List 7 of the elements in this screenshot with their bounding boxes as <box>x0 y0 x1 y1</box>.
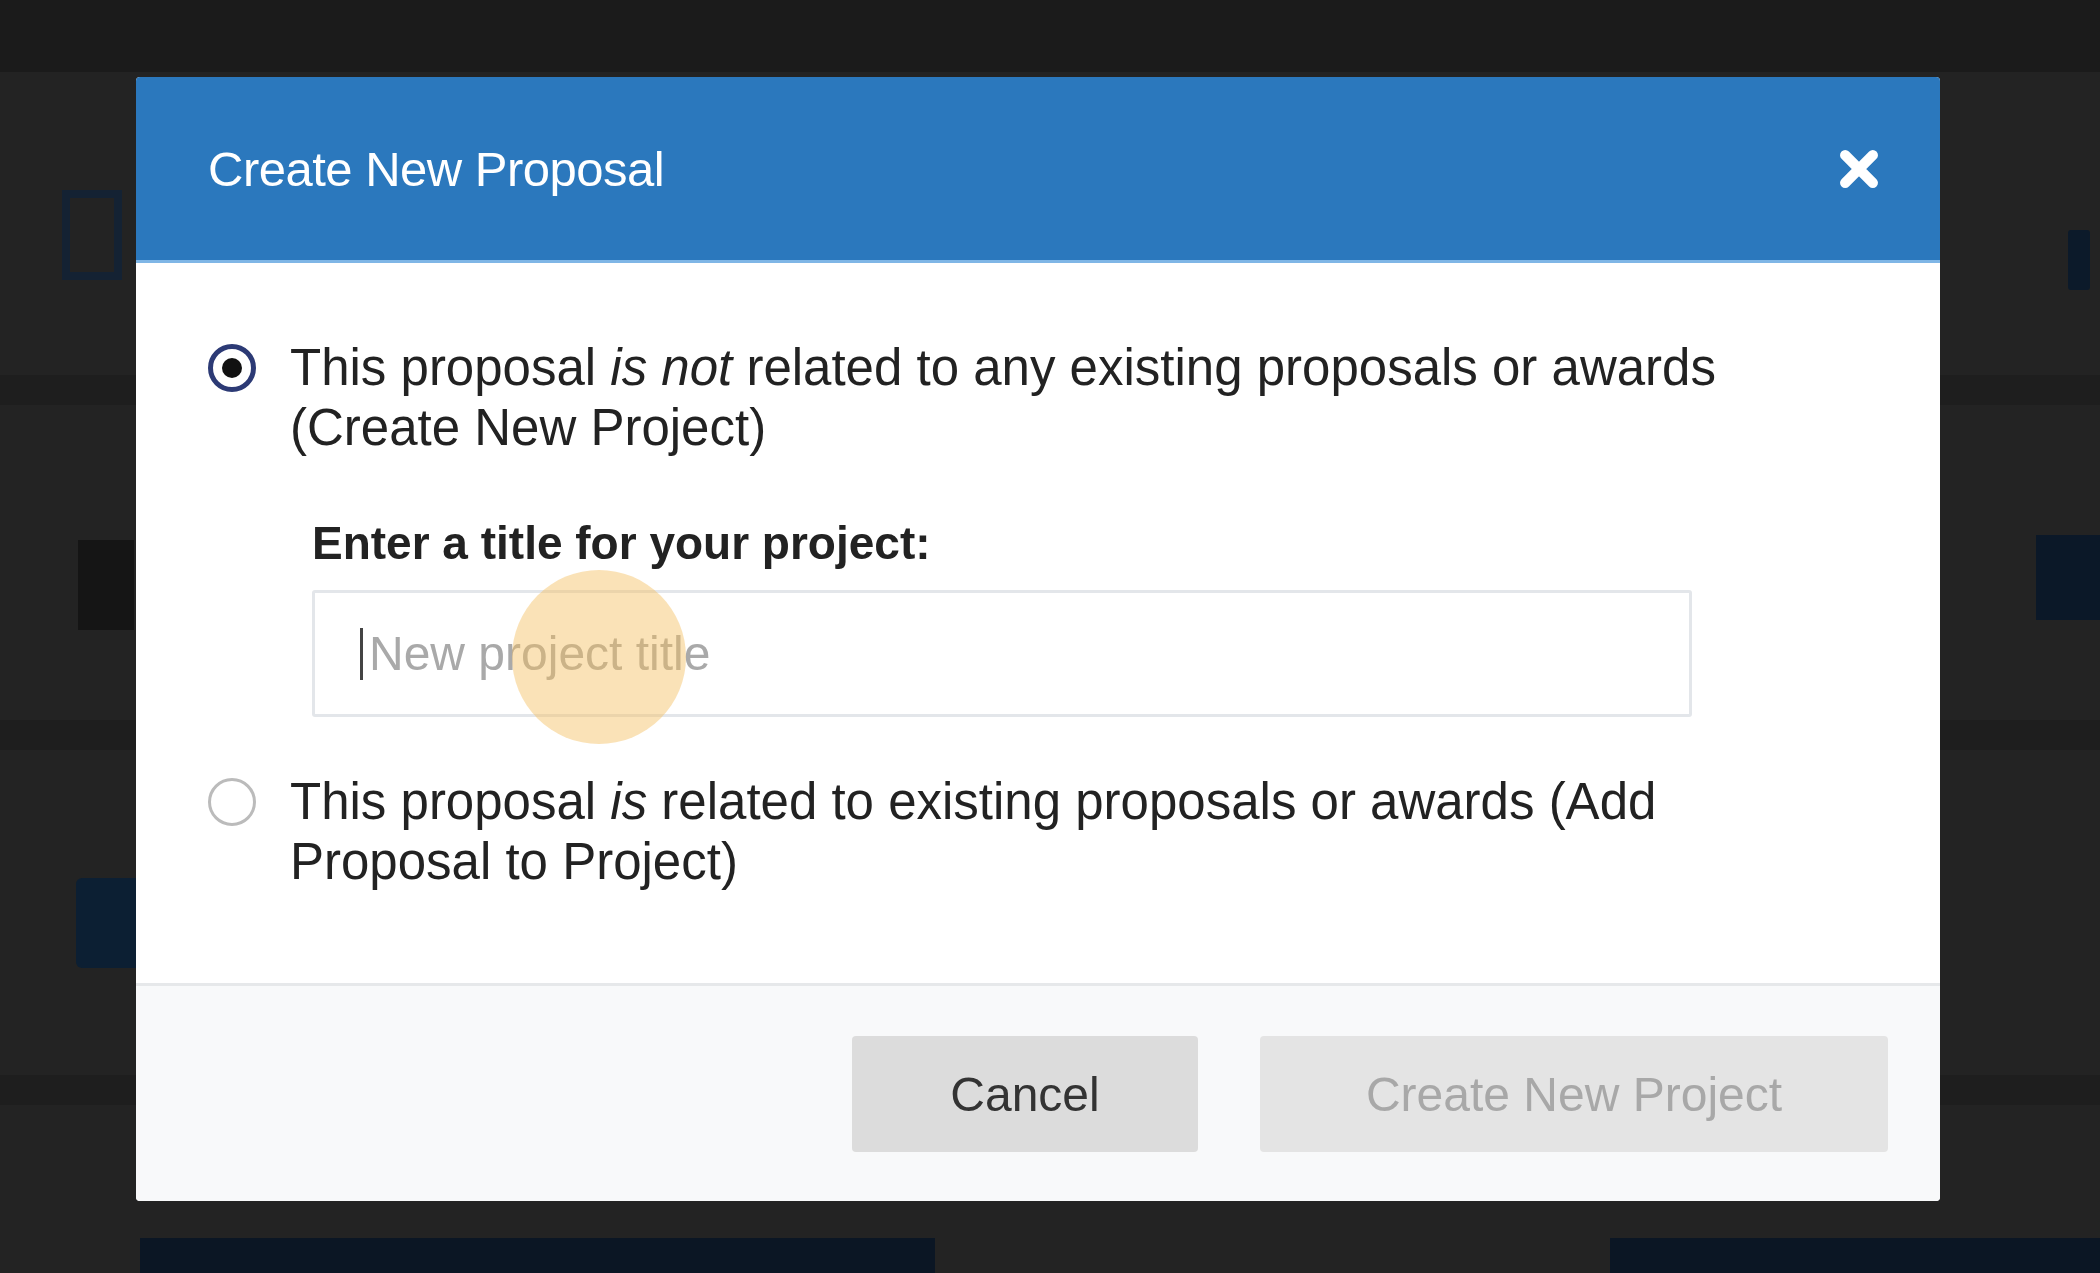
dialog-title: Create New Proposal <box>208 140 665 197</box>
field-label: Enter a title for your project: <box>312 516 932 570</box>
dialog-button[interactable]: Cancel <box>852 1036 1198 1152</box>
radio-button[interactable] <box>208 344 256 392</box>
option-label: This proposal is related to existing proposals or awards (Add Proposal to Project) <box>290 772 1658 892</box>
radio-button[interactable] <box>208 778 256 826</box>
option-label: This proposal is not related to any existing proposals or awards (Create New Project) <box>290 338 1717 458</box>
